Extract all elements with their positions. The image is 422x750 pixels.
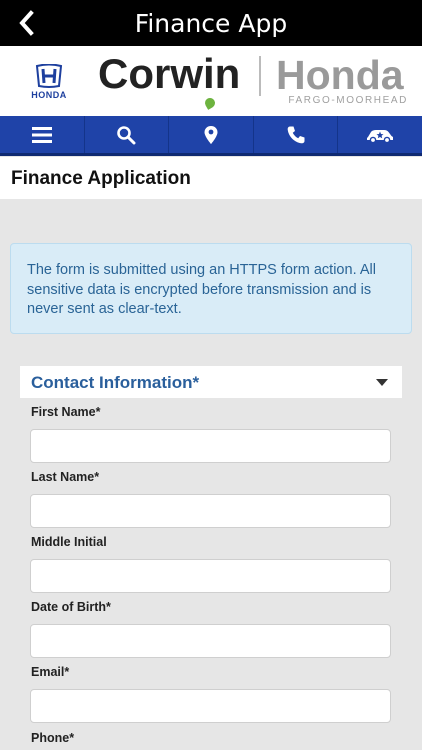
car-icon	[367, 129, 394, 143]
contact-info-title: Contact Information*	[31, 373, 200, 392]
page-header: Finance Application	[0, 157, 422, 199]
last-name-input[interactable]	[30, 494, 391, 528]
nav-bar	[0, 116, 422, 156]
honda-logo: HONDA	[22, 64, 76, 104]
page-title: Finance Application	[11, 168, 191, 189]
corwin-wordmark: Corwin	[98, 50, 241, 97]
email-input[interactable]	[30, 689, 391, 723]
email-label: Email*	[31, 665, 70, 679]
last-name-label: Last Name*	[31, 470, 100, 484]
phone-icon	[287, 126, 305, 143]
honda-wordmark: Honda	[276, 52, 404, 98]
phone-label: Phone*	[31, 731, 75, 745]
dob-label: Date of Birth*	[31, 600, 111, 614]
dealer-location: FARGO-MOORHEAD	[288, 95, 408, 106]
middle-initial-label: Middle Initial	[31, 535, 107, 549]
brand-divider	[259, 56, 261, 96]
nav-location-button[interactable]	[169, 116, 254, 153]
honda-mark-text: HONDA	[31, 90, 67, 100]
dob-input[interactable]	[30, 624, 391, 658]
location-pin-icon	[204, 125, 218, 144]
search-icon	[117, 125, 136, 144]
first-name-input[interactable]	[30, 429, 391, 463]
security-notice: The form is submitted using an HTTPS for…	[10, 243, 412, 334]
nav-search-button[interactable]	[85, 116, 170, 153]
menu-icon	[31, 126, 52, 143]
first-name-label: First Name*	[31, 405, 101, 419]
nav-menu-button[interactable]	[0, 116, 85, 153]
nav-call-button[interactable]	[254, 116, 339, 153]
leaf-icon	[203, 96, 217, 110]
app-title: Finance App	[134, 9, 288, 38]
caret-down-icon	[376, 379, 388, 386]
dealer-banner[interactable]: HONDA Corwin Honda FARGO-MOORHEAD	[0, 46, 422, 116]
contact-info-panel-header[interactable]: Contact Information*	[20, 366, 402, 398]
nav-inventory-button[interactable]	[338, 116, 422, 153]
app-title-bar: Finance App	[0, 0, 422, 46]
honda-h-icon	[35, 64, 63, 88]
middle-initial-input[interactable]	[30, 559, 391, 593]
